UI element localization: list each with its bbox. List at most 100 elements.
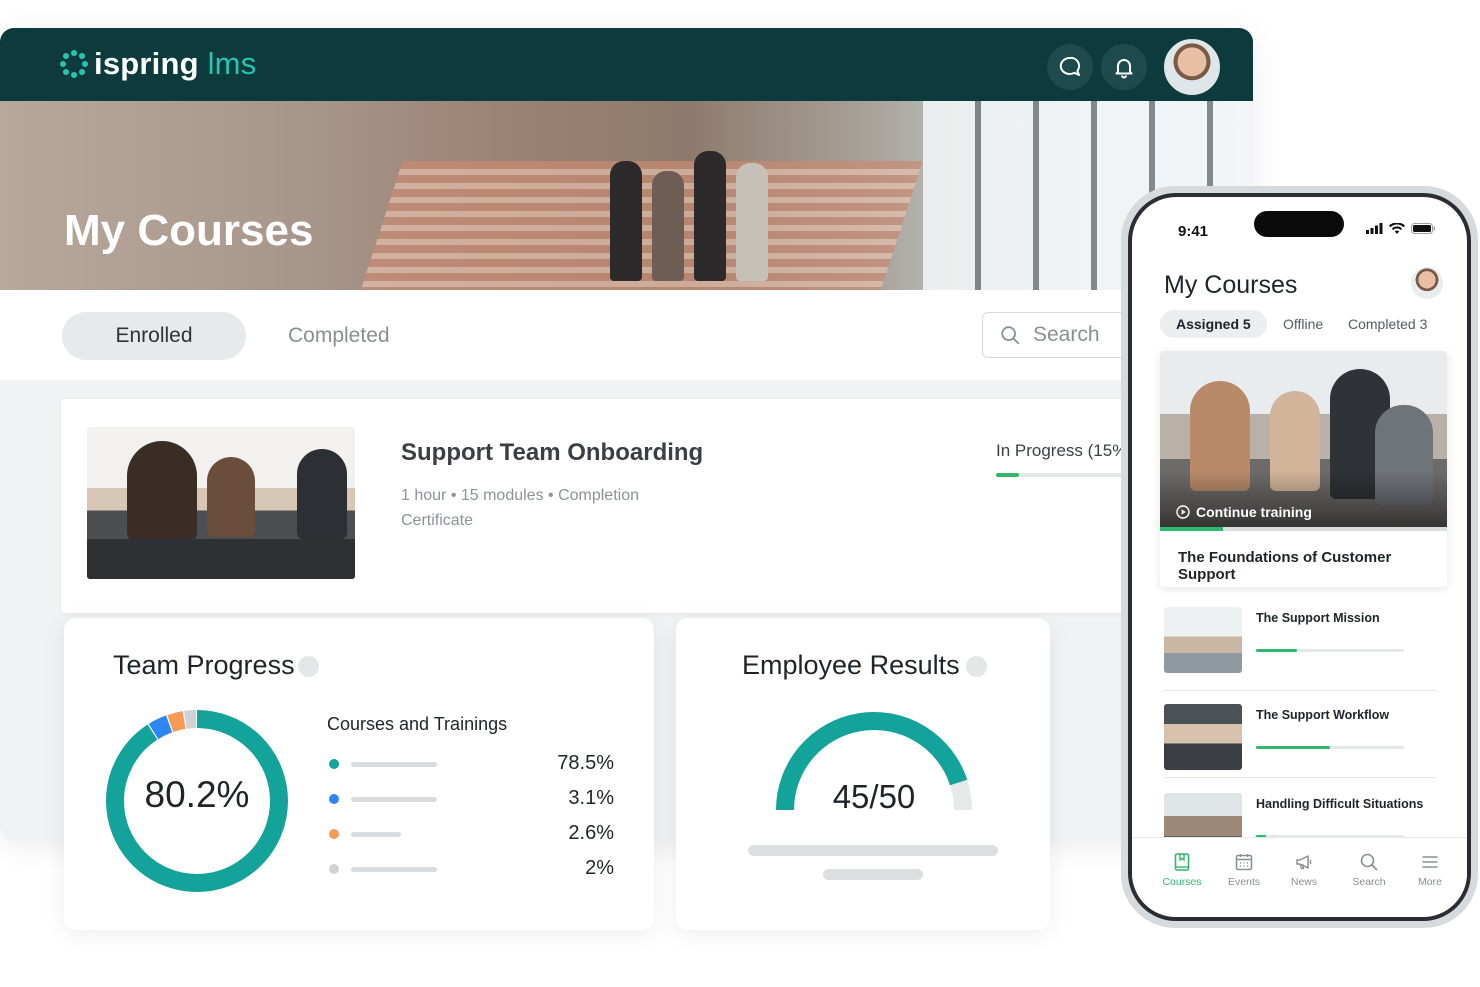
play-icon [1176, 505, 1190, 519]
brand-logo[interactable]: ispring lms [60, 46, 256, 82]
chat-icon [1059, 56, 1080, 76]
continue-training-button[interactable]: Continue training [1176, 504, 1312, 520]
course-status: In Progress (15%) [996, 441, 1133, 460]
top-bar: ispring lms [0, 28, 1253, 101]
book-icon [1174, 853, 1190, 871]
legend-bar [351, 867, 437, 872]
course-thumbnail [1164, 607, 1242, 673]
legend-dot [329, 864, 339, 874]
tabs-bar: Enrolled Completed Search [0, 290, 1253, 380]
course-title[interactable]: Support Team Onboarding [401, 439, 703, 467]
nav-more[interactable]: More [1400, 852, 1460, 888]
search-placeholder: Search [1033, 323, 1100, 346]
tab-assigned[interactable]: Assigned 5 [1160, 310, 1267, 338]
course-card[interactable]: Support Team Onboarding 1 hour • 15 modu… [61, 399, 1146, 613]
team-progress-widget: Team Progress 80.2% Courses and Training… [64, 618, 654, 930]
signal-icon [1366, 223, 1383, 234]
calendar-icon [1235, 854, 1253, 871]
page-title: My Courses [64, 206, 314, 255]
mobile-user-avatar[interactable] [1411, 267, 1443, 299]
list-item[interactable]: The Support Mission [1164, 607, 1436, 677]
tab-completed[interactable]: Completed 3 [1348, 310, 1427, 338]
brand-name: ispring lms [94, 46, 257, 81]
course-meta: 1 hour • 15 modules • Completion Certifi… [401, 483, 731, 533]
legend-dot [329, 759, 339, 769]
legend-bar [351, 832, 401, 837]
chat-button[interactable] [1047, 44, 1093, 90]
divider [1164, 690, 1436, 691]
featured-progress-fill [1160, 527, 1224, 531]
course-meta-line: Certificate [401, 512, 474, 529]
employee-results-widget: Employee Results 45/50 [676, 618, 1050, 930]
tab-completed[interactable]: Completed [288, 324, 390, 348]
list-item-title: The Support Mission [1256, 611, 1380, 625]
list-item-title: The Support Workflow [1256, 708, 1390, 722]
search-input[interactable]: Search [982, 312, 1142, 358]
status-time: 9:41 [1178, 223, 1209, 240]
info-icon[interactable] [298, 656, 319, 677]
featured-progress-bar [1160, 527, 1447, 531]
nav-courses[interactable]: Courses [1152, 852, 1212, 888]
mobile-screen: 9:41 My Courses Assigned 5 Offline Compl… [1132, 197, 1467, 917]
tab-enrolled[interactable]: Enrolled [62, 312, 246, 360]
mobile-device: 9:41 My Courses Assigned 5 Offline Compl… [1121, 186, 1478, 928]
legend-value: 2% [585, 857, 614, 879]
bottom-navigation: Courses Events News Search More [1132, 837, 1467, 917]
list-item-progress-fill [1256, 649, 1298, 652]
employee-results-value: 45/50 [832, 778, 916, 815]
featured-course-card[interactable]: Continue training The Foundations of Cus… [1160, 351, 1447, 587]
hero-people-decoration [610, 121, 830, 281]
divider [1164, 777, 1436, 778]
list-item[interactable]: The Support Workflow [1164, 704, 1436, 774]
nav-search[interactable]: Search [1339, 852, 1399, 888]
legend-value: 3.1% [568, 787, 614, 809]
continue-training-label: Continue training [1196, 504, 1312, 520]
dynamic-island [1254, 211, 1344, 237]
hero-banner: My Courses [0, 101, 1253, 290]
mobile-device-bezel: 9:41 My Courses Assigned 5 Offline Compl… [1128, 193, 1471, 921]
search-icon [1360, 853, 1378, 871]
legend-value: 78.5% [557, 752, 614, 774]
list-item-progress [1256, 649, 1404, 652]
nav-news-label: News [1290, 876, 1318, 888]
nav-events[interactable]: Events [1214, 852, 1274, 888]
nav-events-label: Events [1227, 876, 1261, 888]
legend-row: 78.5% [329, 752, 614, 774]
search-icon [1001, 326, 1020, 345]
list-item-progress [1256, 746, 1404, 749]
course-progress-fill [996, 473, 1019, 477]
mobile-page-title: My Courses [1164, 271, 1298, 299]
logo-icon [60, 50, 88, 78]
menu-icon [1422, 856, 1438, 868]
nav-news[interactable]: News [1274, 852, 1334, 888]
list-item-progress-fill [1256, 746, 1330, 749]
user-avatar[interactable] [1164, 39, 1220, 95]
legend-dot [329, 829, 339, 839]
legend-dot [329, 794, 339, 804]
notifications-button[interactable] [1101, 44, 1147, 90]
legend-title: Courses and Trainings [327, 714, 508, 734]
placeholder-bar [748, 845, 998, 856]
course-meta-line: 1 hour • 15 modules • Completion [401, 487, 639, 504]
status-icons [1366, 223, 1435, 234]
team-progress-title: Team Progress [113, 650, 295, 680]
legend-value: 2.6% [568, 822, 614, 844]
nav-more-label: More [1418, 876, 1442, 888]
course-thumbnail [1164, 704, 1242, 770]
info-icon[interactable] [966, 656, 987, 677]
tab-offline[interactable]: Offline [1283, 310, 1323, 338]
team-progress-value: 80.2% [144, 774, 250, 815]
legend-row: 2.6% [329, 822, 614, 844]
placeholder-bar [823, 869, 923, 880]
nav-courses-label: Courses [1162, 876, 1202, 888]
legend-bar [351, 762, 437, 767]
battery-icon [1411, 223, 1435, 234]
legend-row: 3.1% [329, 787, 614, 809]
legend-row: 2% [329, 857, 614, 879]
megaphone-icon [1296, 855, 1312, 870]
wifi-icon [1389, 223, 1405, 234]
legend-bar [351, 797, 437, 802]
featured-course-title: The Foundations of Customer Support [1178, 549, 1392, 583]
employee-results-title: Employee Results [742, 650, 960, 680]
course-thumbnail [87, 427, 355, 579]
